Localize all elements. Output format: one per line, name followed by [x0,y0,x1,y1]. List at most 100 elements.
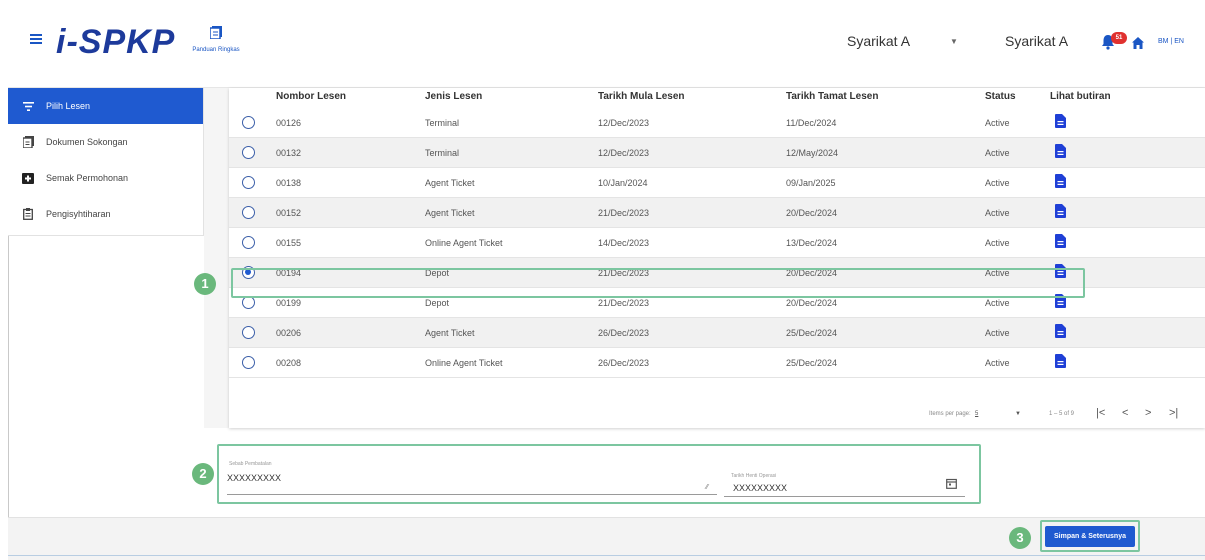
header-view-details: Lihat butiran [1050,91,1111,102]
row-select-radio[interactable] [242,176,255,189]
table-row[interactable]: 00126 Terminal 12/Dec/2023 11/Dec/2024 Activ… [229,108,1205,138]
sidebar-item-semak-permohonan[interactable]: Semak Permohonan [8,160,203,196]
cell-license-number: 00126 [276,118,302,128]
cell-end-date: 20/Dec/2024 [786,208,838,218]
cell-end-date: 20/Dec/2024 [786,298,838,308]
resize-handle-icon[interactable]: ⁄⁄ [706,484,708,491]
cell-license-type: Terminal [425,148,460,158]
header-license-number: Nombor Lesen [276,91,347,102]
footer-divider [8,555,1205,556]
license-table: Nombor Lesen Jenis Lesen Tarikh Mula Les… [229,88,1205,428]
sidebar-item-label: Pilih Lesen [46,101,91,111]
language-switch[interactable]: BM | EN [1158,38,1184,45]
sidebar-item-label: Dokumen Sokongan [46,137,128,147]
table-row[interactable]: 00208 Online Agent Ticket 26/Dec/2023 25/De… [229,348,1205,378]
items-per-page-label: Items per page: [929,411,971,417]
reason-input[interactable]: XXXXXXXXX [227,473,281,483]
row-select-radio[interactable] [242,146,255,159]
document-icon[interactable] [1055,114,1066,128]
header-license-type: Jenis Lesen [425,91,483,102]
cell-status: Active [985,298,1010,308]
cell-start-date: 26/Dec/2023 [598,328,650,338]
sidebar: Pilih Lesen Dokumen Sokongan Semak Permo… [8,88,204,236]
row-select-radio[interactable] [242,206,255,219]
cell-license-number: 00132 [276,148,302,158]
first-page-button[interactable]: |< [1096,407,1105,419]
cell-status: Active [985,238,1010,248]
cell-license-number: 00199 [276,298,302,308]
cell-license-type: Agent Ticket [425,178,475,188]
table-row[interactable]: 00152 Agent Ticket 21/Dec/2023 20/Dec/2024 A… [229,198,1205,228]
cell-license-type: Terminal [425,118,460,128]
cell-start-date: 21/Dec/2023 [598,298,650,308]
reason-underline [227,494,717,495]
document-icon[interactable] [1055,324,1066,338]
cell-start-date: 12/Dec/2023 [598,148,650,158]
hamburger-menu-icon[interactable] [30,34,42,44]
cell-start-date: 26/Dec/2023 [598,358,650,368]
chevron-down-icon[interactable]: ▼ [950,37,958,46]
app-logo[interactable]: i-SPKP [56,22,175,62]
last-page-button[interactable]: >| [1169,407,1178,419]
cell-end-date: 25/Dec/2024 [786,328,838,338]
document-icon[interactable] [1055,204,1066,218]
step-badge-2: 2 [192,463,214,485]
document-icon[interactable] [1055,144,1066,158]
book-icon [209,26,222,40]
header-status: Status [985,91,1016,102]
logo-text: i-SPKP [56,23,176,61]
cell-start-date: 12/Dec/2023 [598,118,650,128]
row-select-radio[interactable] [242,356,255,369]
calendar-icon[interactable] [946,478,957,489]
row-select-radio[interactable] [242,326,255,339]
cell-status: Active [985,358,1010,368]
filter-icon [22,100,34,112]
cell-license-number: 00152 [276,208,302,218]
cell-start-date: 14/Dec/2023 [598,238,650,248]
stop-date-underline [724,496,965,497]
cell-license-number: 00155 [276,238,302,248]
sidebar-item-dokumen-sokongan[interactable]: Dokumen Sokongan [8,124,203,160]
sidebar-item-pilih-lesen[interactable]: Pilih Lesen [8,88,203,124]
sidebar-item-pengisyhtiharan[interactable]: Pengisyhtiharan [8,196,203,232]
step-badge-3: 3 [1009,527,1031,549]
document-icon[interactable] [1055,174,1066,188]
cell-start-date: 21/Dec/2023 [598,208,650,218]
stop-date-label: Tarikh Henti Operasi [731,473,777,479]
chevron-down-icon[interactable]: ▼ [1015,411,1021,417]
previous-page-button[interactable]: < [1122,407,1128,419]
cell-status: Active [985,328,1010,338]
document-stack-icon [22,136,34,148]
company-select[interactable]: Syarikat A [847,33,910,49]
table-row[interactable]: 00132 Terminal 12/Dec/2023 12/May/2024 Activ… [229,138,1205,168]
notification-badge: 51 [1111,32,1127,44]
cell-status: Active [985,208,1010,218]
document-icon[interactable] [1055,354,1066,368]
page-range: 1 – 5 of 9 [1049,411,1075,417]
cell-end-date: 09/Jan/2025 [786,178,836,188]
stop-date-input[interactable]: XXXXXXXXX [733,483,787,493]
table-row[interactable]: 00138 Agent Ticket 10/Jan/2024 09/Jan/2025 A… [229,168,1205,198]
sidebar-item-label: Semak Permohonan [46,173,129,183]
row-select-radio[interactable] [242,116,255,129]
save-and-continue-button[interactable]: Simpan & Seterusnya [1045,526,1135,547]
cell-license-number: 00206 [276,328,302,338]
cell-license-type: Online Agent Ticket [425,238,503,248]
items-per-page-select[interactable]: 5 [975,411,978,417]
reason-label: Sebab Pembatalan [229,461,272,467]
cancellation-form: Sebab Pembatalan XXXXXXXXX ⁄⁄ Tarikh Hen… [217,444,981,504]
quick-guide-label: Panduan Ringkas [192,47,240,53]
table-row[interactable]: 00206 Agent Ticket 26/Dec/2023 25/Dec/2024 A… [229,318,1205,348]
row-select-radio[interactable] [242,236,255,249]
cell-end-date: 25/Dec/2024 [786,358,838,368]
home-icon[interactable] [1132,37,1144,49]
cell-end-date: 13/Dec/2024 [786,238,838,248]
header-start-date: Tarikh Mula Lesen [598,91,685,102]
cell-status: Active [985,118,1010,128]
table-row[interactable]: 00155 Online Agent Ticket 14/Dec/2023 13/De… [229,228,1205,258]
document-icon[interactable] [1055,234,1066,248]
declaration-icon [22,208,34,220]
step-badge-1: 1 [194,273,216,295]
quick-guide-link[interactable]: Panduan Ringkas [186,26,246,53]
next-page-button[interactable]: > [1145,407,1151,419]
